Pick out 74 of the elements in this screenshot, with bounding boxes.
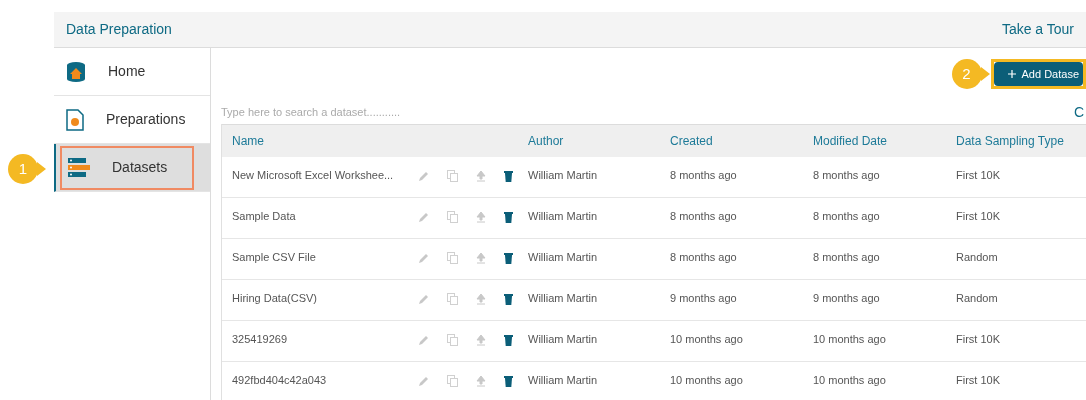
column-header[interactable]: Created [670, 132, 813, 150]
trash-icon[interactable] [504, 293, 513, 305]
column-header[interactable]: Modified Date [813, 132, 956, 150]
sidebar-label: Datasets [112, 158, 168, 177]
table-cell-text: 8 months ago [813, 209, 881, 224]
table-cell-text: 8 months ago [670, 168, 738, 183]
pencil-icon[interactable] [418, 170, 429, 182]
pencil-icon[interactable] [418, 334, 429, 346]
server-stack-icon [68, 157, 90, 178]
column-header[interactable]: Author [528, 132, 670, 150]
pencil-icon[interactable] [418, 211, 429, 223]
table-cell-text: William Martin [528, 250, 599, 265]
table-cell-text: 10 months ago [813, 332, 887, 347]
app-title: Data Preparation [66, 20, 172, 39]
copy-icon[interactable] [447, 211, 458, 223]
search-field[interactable]: Type here to search a dataset........... [221, 103, 521, 121]
table-cell-text: First 10K [956, 209, 1001, 224]
table-cell-text: William Martin [528, 332, 599, 347]
table-cell-text: 9 months ago [813, 291, 881, 306]
table-cell-text: William Martin [528, 291, 599, 306]
trash-icon[interactable] [504, 170, 513, 182]
trash-icon[interactable] [504, 375, 513, 387]
database-home-icon [66, 60, 86, 83]
upload-icon[interactable] [476, 170, 486, 182]
upload-icon[interactable] [476, 334, 486, 346]
table-cell-text: 325419269 [231, 332, 289, 347]
table-cell-text: First 10K [956, 168, 1001, 183]
table-cell-text: 8 months ago [670, 250, 738, 265]
pencil-icon[interactable] [418, 293, 429, 305]
column-header[interactable]: Data Sampling Type [956, 132, 1086, 150]
upload-icon[interactable] [476, 252, 486, 264]
table-cell-text: Sample Data [231, 209, 297, 224]
copy-icon[interactable] [447, 375, 458, 387]
table-cell-text: New Microsoft Excel Workshee... [231, 168, 395, 183]
copy-icon[interactable] [447, 170, 458, 182]
table-cell-text: 10 months ago [670, 373, 744, 388]
upload-icon[interactable] [476, 375, 486, 387]
table-cell-text: Random [956, 291, 999, 306]
table-cell-text: 10 months ago [670, 332, 744, 347]
edge-text: C [1073, 102, 1084, 122]
copy-icon[interactable] [447, 334, 458, 346]
table-cell-text: Hiring Data(CSV) [231, 291, 318, 306]
table-cell-text: William Martin [528, 373, 599, 388]
trash-icon[interactable] [504, 211, 513, 223]
upload-icon[interactable] [476, 293, 486, 305]
table-cell-text: First 10K [956, 373, 1001, 388]
trash-icon[interactable] [504, 252, 513, 264]
take-tour-link[interactable]: Take a Tour [1001, 19, 1074, 40]
sidebar-label: Preparations [106, 110, 186, 129]
table-cell-text: 8 months ago [670, 209, 738, 224]
table-cell-text: William Martin [528, 209, 599, 224]
trash-icon[interactable] [504, 334, 513, 346]
table-cell-text: Sample CSV File [231, 250, 317, 265]
add-dataset-button[interactable]: Add Datase [993, 62, 1083, 86]
copy-icon[interactable] [447, 293, 458, 305]
upload-icon[interactable] [476, 211, 486, 223]
sidebar-label: Home [108, 62, 146, 81]
pencil-icon[interactable] [418, 252, 429, 264]
table-cell-text: 9 months ago [670, 291, 738, 306]
table-cell-text: 8 months ago [813, 168, 881, 183]
copy-icon[interactable] [447, 252, 458, 264]
column-header[interactable]: Name [222, 132, 528, 150]
sidebar-item[interactable]: Home [54, 48, 210, 96]
table-cell-text: 10 months ago [813, 373, 887, 388]
table-cell-text: 8 months ago [813, 250, 881, 265]
step-callout: 1 [8, 154, 46, 184]
table-cell-text: 492fbd404c42a043 [231, 373, 328, 388]
sidebar-item[interactable]: Datasets [54, 144, 210, 192]
pencil-icon[interactable] [418, 375, 429, 387]
step-callout: 2 [951, 59, 990, 89]
table-cell-text: William Martin [528, 168, 599, 183]
table-cell-text: Random [956, 250, 999, 265]
plus-icon [1007, 70, 1016, 78]
table-cell-text: First 10K [956, 332, 1001, 347]
